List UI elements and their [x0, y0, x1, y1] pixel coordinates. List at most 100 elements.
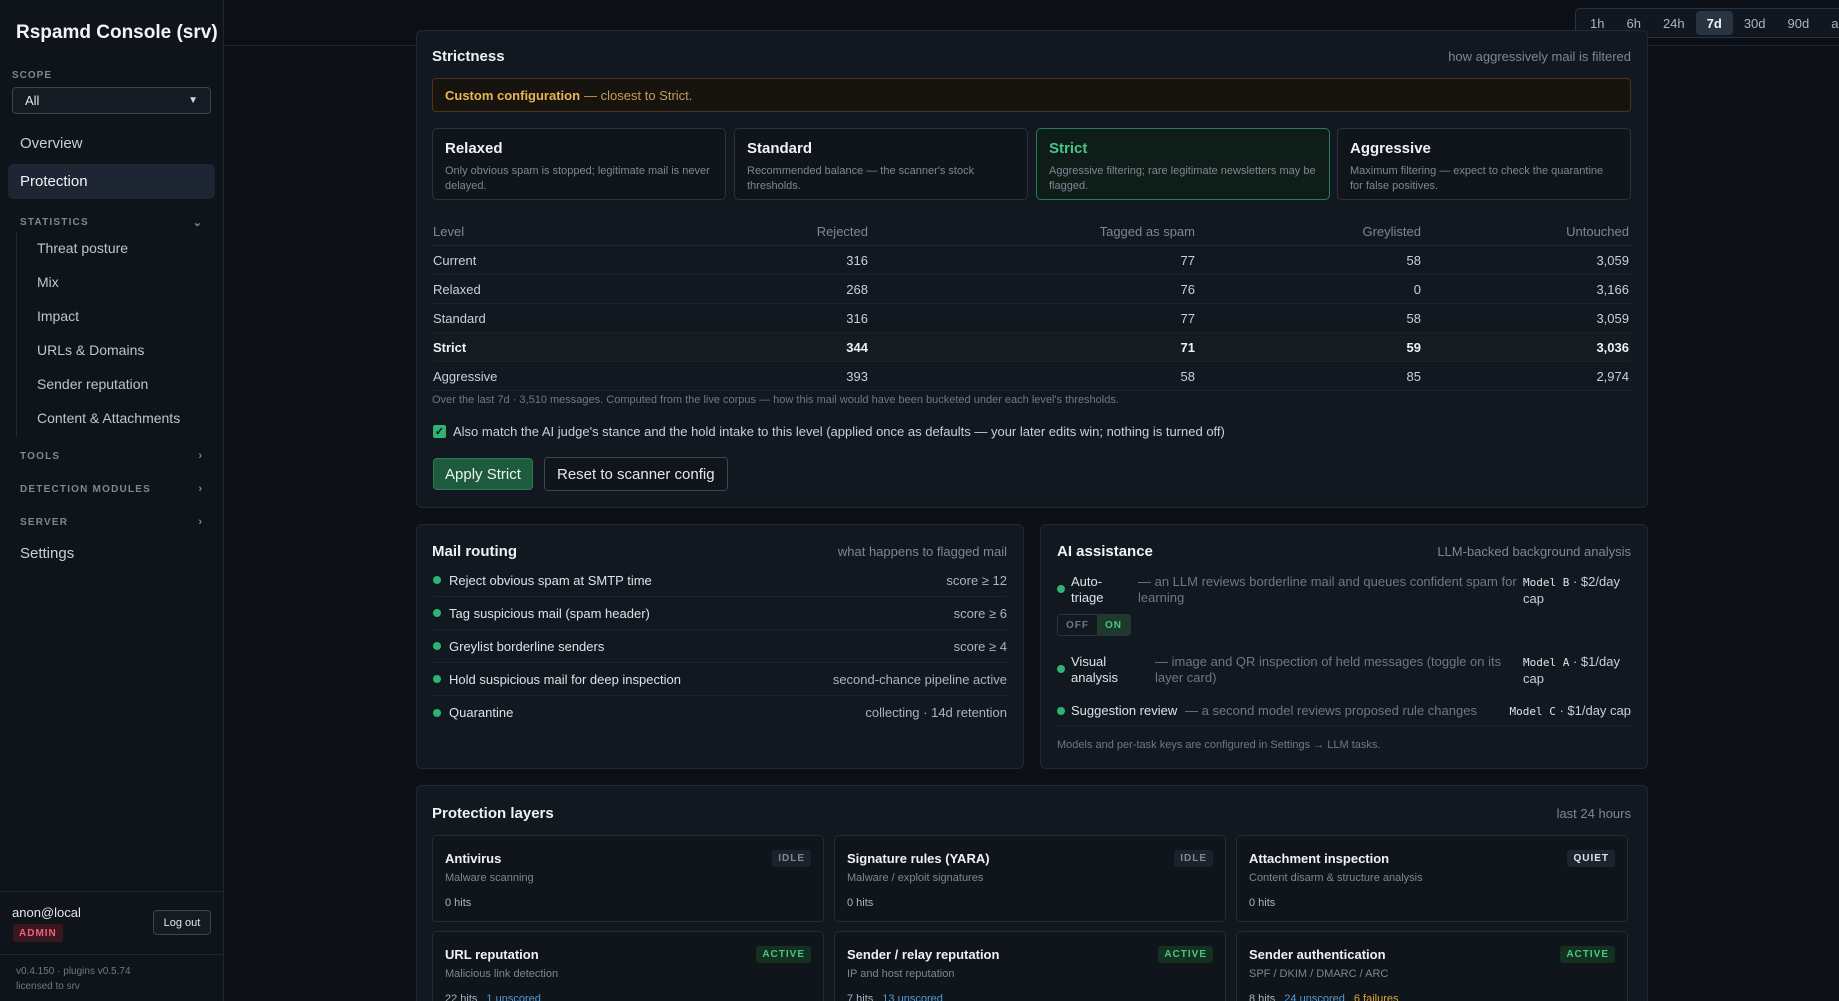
apply-strict-button[interactable]: Apply Strict	[433, 458, 533, 490]
level-desc: Aggressive filtering; rare legitimate ne…	[1049, 165, 1316, 192]
nav-section-label: TOOLS	[20, 450, 61, 462]
table-header-right	[433, 217, 1631, 246]
layer-card[interactable]: Signature rules (YARA) Malware / exploit …	[834, 835, 1226, 922]
nav-overview[interactable]: Overview	[8, 126, 215, 161]
layer-desc: IP and host reputation	[847, 968, 955, 980]
level-desc: Recommended balance — the scanner's stoc…	[747, 165, 975, 192]
table-footnote: Over the last 7d · 3,510 messages. Compu…	[432, 394, 1119, 406]
layer-hits: 8 hits	[1249, 993, 1276, 1001]
layer-card[interactable]: Antivirus Malware scanning 0 hits IDLE	[432, 835, 824, 922]
nav-threat-posture[interactable]: Threat posture	[37, 240, 128, 256]
layer-card[interactable]: Attachment inspection Content disarm & st…	[1236, 835, 1628, 922]
status-dot	[433, 708, 441, 717]
divider	[0, 954, 224, 955]
nav-urls-domains[interactable]: URLs & Domains	[37, 342, 144, 358]
nav-section-server[interactable]: SERVER ›	[20, 516, 202, 528]
nav-mix[interactable]: Mix	[37, 274, 59, 290]
range-7d[interactable]: 7d	[1695, 11, 1733, 35]
match-ai-checkbox-row[interactable]: ✓ Also match the AI judge's stance and t…	[433, 424, 1225, 439]
toggle-on[interactable]: ON	[1097, 615, 1130, 635]
layer-hits: 0 hits	[445, 897, 472, 909]
unscored-link[interactable]: 13 unscored	[882, 993, 943, 1001]
routing-title: Mail routing	[432, 543, 517, 560]
model-name: Model B	[1523, 576, 1570, 589]
status-dot	[433, 576, 441, 584]
range-90d[interactable]: 90d	[1777, 11, 1821, 35]
model-cost-line: cap	[1523, 671, 1544, 686]
layer-hits: 0 hits	[847, 897, 874, 909]
table-cell: 0	[1413, 282, 1421, 297]
nav-sender-reputation[interactable]: Sender reputation	[37, 376, 148, 392]
layer-card[interactable]: URL reputation Malicious link detection 22…	[432, 931, 824, 1001]
table-row: Standard 316 77 58 3,059	[433, 304, 1631, 333]
table-cell: 71	[1180, 340, 1195, 355]
table-cell: 77	[1180, 311, 1195, 326]
range-30d[interactable]: 30d	[1733, 11, 1777, 35]
nav-section-tools[interactable]: TOOLS ›	[20, 450, 202, 462]
ai-task-name-line: analysis	[1071, 670, 1118, 685]
layers-subtitle: last 24 hours	[1556, 806, 1631, 821]
role-badge: ADMIN	[13, 924, 63, 942]
table-cell: 316	[846, 253, 868, 268]
unscored-link[interactable]: 1 unscored	[486, 993, 540, 1001]
nav-content-attachments[interactable]: Content & Attachments	[37, 410, 180, 426]
ai-task-name: Auto- triage	[1071, 574, 1104, 606]
scope-select[interactable]: All ▼	[12, 87, 211, 114]
model-name: Model C	[1509, 705, 1556, 718]
layer-hits-row: 7 hits 13 unscored	[847, 993, 943, 1001]
level-name: Strict	[1049, 140, 1088, 157]
checkbox[interactable]: ✓	[433, 425, 446, 438]
ai-assistance-card	[1040, 524, 1648, 769]
layer-card[interactable]: Sender authentication SPF / DKIM / DMARC …	[1236, 931, 1628, 1001]
nav-settings[interactable]: Settings	[8, 536, 215, 571]
layer-title: Sender authentication	[1249, 947, 1386, 962]
chevron-right-icon: ›	[198, 450, 202, 462]
nav-protection[interactable]: Protection	[8, 164, 215, 199]
strictness-subtitle: how aggressively mail is filtered	[1448, 49, 1631, 64]
ai-row-autotriage: Auto- triage — an LLM reviews borderline…	[1057, 573, 1631, 613]
toggle-off[interactable]: OFF	[1058, 615, 1097, 635]
nav-impact[interactable]: Impact	[37, 308, 79, 324]
ai-task-desc: — an LLM reviews borderline mail and que…	[1138, 574, 1517, 606]
range-24h[interactable]: 24h	[1652, 11, 1696, 35]
nav-section-detection[interactable]: DETECTION MODULES ›	[20, 483, 202, 495]
table-cell: 58	[1406, 253, 1421, 268]
status-dot	[1057, 665, 1065, 673]
routing-value: collecting · 14d retention	[865, 705, 1007, 720]
notice-text: — closest to Strict.	[584, 87, 693, 103]
layer-hits-row: 8 hits 24 unscored 6 failures	[1249, 993, 1398, 1001]
status-badge: IDLE	[772, 850, 811, 867]
level-standard[interactable]: Standard Recommended balance — the scann…	[734, 128, 1028, 200]
level-strict[interactable]: Strict Aggressive filtering; rare legiti…	[1036, 128, 1330, 200]
reset-config-button[interactable]: Reset to scanner config	[544, 457, 728, 491]
layer-title: Attachment inspection	[1249, 851, 1390, 866]
level-relaxed[interactable]: Relaxed Only obvious spam is stopped; le…	[432, 128, 726, 200]
model-cost-line: cap	[1523, 591, 1544, 606]
table-cell: 393	[846, 369, 868, 384]
status-dot	[433, 675, 441, 683]
nav-section-label: SERVER	[20, 516, 69, 528]
routing-row: Quarantine collecting · 14d retention	[433, 696, 1007, 729]
chevron-right-icon: ›	[198, 516, 202, 528]
level-aggressive[interactable]: Aggressive Maximum filtering — expect to…	[1337, 128, 1631, 200]
failures-link[interactable]: 6 failures	[1354, 993, 1399, 1001]
layer-desc: Malware scanning	[445, 872, 534, 884]
routing-row: Tag suspicious mail (spam header) score …	[433, 597, 1007, 630]
layer-hits: 0 hits	[1249, 897, 1276, 909]
level-desc: Only obvious spam is stopped; legitimate…	[445, 165, 710, 192]
range-all[interactable]: all	[1820, 11, 1839, 35]
ai-row-suggestion: Suggestion review — a second model revie…	[1057, 702, 1631, 726]
unscored-link[interactable]: 24 unscored	[1284, 993, 1345, 1001]
logout-button[interactable]: Log out	[153, 910, 211, 935]
nav-section-statistics[interactable]: STATISTICS ⌄	[20, 216, 202, 229]
model-cost: · $1/day	[1569, 654, 1620, 669]
app-title: Rspamd Console (srv)	[16, 22, 218, 43]
model-name: Model A	[1523, 656, 1570, 669]
status-dot	[433, 609, 441, 617]
autotriage-toggle[interactable]: OFF ON	[1057, 614, 1131, 636]
sidebar: Rspamd Console (srv) SCOPE All ▼ Overvie…	[0, 0, 224, 1001]
config-notice: Custom configuration — closest to Strict…	[432, 78, 1631, 112]
ai-model: Model C · $1/day cap	[1509, 703, 1631, 718]
layer-card[interactable]: Sender / relay reputation IP and host rep…	[834, 931, 1226, 1001]
table-cell: 3,059	[1596, 253, 1629, 268]
